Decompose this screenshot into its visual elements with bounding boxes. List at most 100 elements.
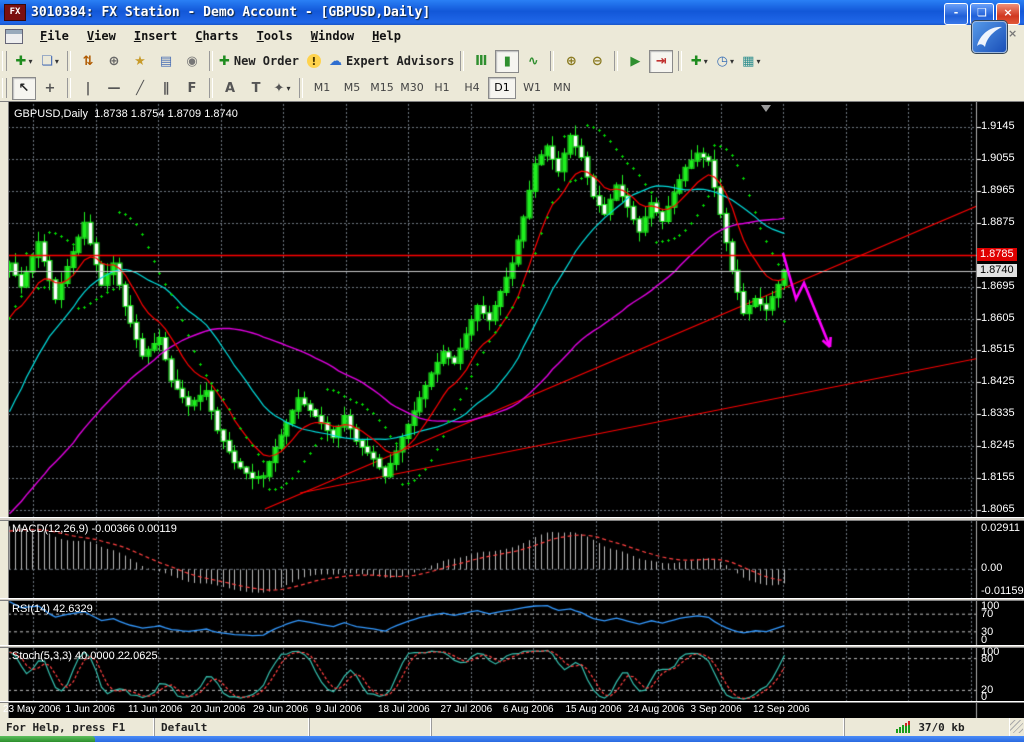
candlestick-chart-button[interactable]: ▮	[495, 50, 519, 73]
new-chart-button[interactable]: ✚▾	[12, 50, 36, 73]
dropdown-arrow-icon[interactable]: ▾	[704, 57, 708, 66]
dropdown-arrow-icon[interactable]: ▾	[756, 57, 760, 66]
vertical-line-icon: |	[86, 81, 91, 96]
start-button-edge[interactable]	[0, 736, 95, 742]
dropdown-arrow-icon[interactable]: ▾	[55, 57, 59, 66]
date-axis-label: 29 Jun 2006	[253, 704, 308, 715]
chart-window-icon[interactable]	[5, 29, 23, 44]
chart-shift-icon: ⇥	[656, 54, 667, 69]
menu-item-view[interactable]: View	[78, 27, 125, 45]
date-axis-label: 24 Aug 2006	[628, 704, 684, 715]
trendline-button[interactable]: ╱	[128, 77, 152, 100]
macd-axis-label: 0.02911	[981, 522, 1020, 534]
profiles-button[interactable]: ❏▾	[38, 50, 62, 73]
toolbar-grip[interactable]	[2, 78, 7, 98]
price-chart-canvas[interactable]	[0, 102, 1024, 718]
data-window-button[interactable]: ▤	[154, 50, 178, 73]
expert-advisors-button[interactable]: ☁Expert Advisors	[328, 50, 455, 73]
price-axis-label: 1.8875	[981, 216, 1015, 228]
menu-item-file[interactable]: File	[31, 27, 78, 45]
crosshair-button[interactable]: +	[38, 77, 62, 100]
menu-item-insert[interactable]: Insert	[125, 27, 186, 45]
arrows-icon: ✦	[274, 81, 285, 96]
text-button[interactable]: A	[218, 77, 242, 100]
timeframe-mn-button[interactable]: MN	[548, 77, 576, 99]
toolbar-drawing-periods: ↖+|—╱∥FAT✦▾M1M5M15M30H1H4D1W1MN	[0, 75, 1024, 102]
timeframe-d1-button[interactable]: D1	[488, 77, 516, 99]
macd-axis-label: 0.00	[981, 562, 1002, 574]
text-icon: A	[225, 81, 235, 96]
navigator-icon: ⊕	[109, 54, 120, 69]
equidistant-channel-icon: ∥	[163, 81, 170, 96]
zoom-in-icon: ⊕	[566, 54, 577, 69]
templates-button[interactable]: ▦▾	[739, 50, 763, 73]
new-order-button[interactable]: ✚New Order	[218, 50, 300, 73]
market-watch-icon: ⇅	[83, 54, 94, 69]
bar-chart-button[interactable]: Ⅲ	[469, 50, 493, 73]
pane-divider[interactable]	[0, 701, 1024, 703]
toolbar-grip[interactable]	[2, 51, 7, 71]
navigator-button[interactable]: ⊕	[102, 50, 126, 73]
status-profile[interactable]: Default	[155, 718, 310, 736]
minimize-button[interactable]: -	[944, 3, 968, 25]
timeframe-m1-button[interactable]: M1	[308, 77, 336, 99]
chart-shift-marker-icon[interactable]	[761, 105, 771, 112]
market-watch-button[interactable]: ⇅	[76, 50, 100, 73]
bid-price-label: 1.8740	[977, 264, 1017, 277]
strategy-tester-button[interactable]: ◉	[180, 50, 204, 73]
menu-item-charts[interactable]: Charts	[186, 27, 247, 45]
dropdown-arrow-icon[interactable]: ▾	[286, 84, 290, 93]
alert-button[interactable]: !	[302, 50, 326, 73]
dropdown-arrow-icon[interactable]: ▾	[28, 57, 32, 66]
menu-item-tools[interactable]: Tools	[248, 27, 302, 45]
zoom-out-button[interactable]: ⊖	[585, 50, 609, 73]
indicators-button[interactable]: ✚▾	[687, 50, 711, 73]
price-axis-label: 1.8065	[981, 503, 1015, 515]
arrows-button[interactable]: ✦▾	[270, 77, 294, 100]
vertical-line-button[interactable]: |	[76, 77, 100, 100]
window-title: 3010384: FX Station - Demo Account - [GB…	[31, 5, 430, 20]
timeframe-m30-button[interactable]: M30	[398, 77, 426, 99]
floating-logo-close-icon[interactable]: ×	[1008, 27, 1017, 40]
floating-fx-logo-icon[interactable]	[972, 21, 1007, 53]
expert-advisors-icon: ☁	[329, 54, 342, 69]
cursor-button[interactable]: ↖	[12, 77, 36, 100]
pane-divider[interactable]	[0, 598, 1024, 601]
menu-item-help[interactable]: Help	[363, 27, 410, 45]
timeframe-h4-button[interactable]: H4	[458, 77, 486, 99]
macd-indicator-label: MACD(12,26,9) -0.00366 0.00119	[12, 523, 177, 535]
pane-divider[interactable]	[0, 645, 1024, 648]
status-help-text: For Help, press F1	[0, 718, 155, 736]
candlestick-chart-icon: ▮	[504, 54, 511, 69]
trendline-icon: ╱	[136, 81, 144, 96]
stoch-axis-label: 0	[981, 691, 987, 703]
pane-divider[interactable]	[0, 517, 1024, 521]
fibonacci-button[interactable]: F	[180, 77, 204, 100]
timeframe-m15-button[interactable]: M15	[368, 77, 396, 99]
auto-scroll-button[interactable]: ▶	[623, 50, 647, 73]
periods-button[interactable]: ◷▾	[713, 50, 737, 73]
equidistant-channel-button[interactable]: ∥	[154, 77, 178, 100]
timeframe-m5-button[interactable]: M5	[338, 77, 366, 99]
line-chart-button[interactable]: ∿	[521, 50, 545, 73]
favorites-button[interactable]: ★	[128, 50, 152, 73]
timeframe-w1-button[interactable]: W1	[518, 77, 546, 99]
price-axis-label: 1.9055	[981, 152, 1015, 164]
chart-shift-button[interactable]: ⇥	[649, 50, 673, 73]
horizontal-line-button[interactable]: —	[102, 77, 126, 100]
date-axis-label: 3 Sep 2006	[691, 704, 742, 715]
chart-window: GBPUSD,Daily 1.8738 1.8754 1.8709 1.8740…	[0, 101, 1024, 718]
new-chart-icon: ✚	[16, 54, 27, 69]
zoom-out-icon: ⊖	[592, 54, 603, 69]
date-axis-label: 12 Sep 2006	[753, 704, 810, 715]
date-axis-label: 6 Aug 2006	[503, 704, 554, 715]
text-label-button[interactable]: T	[244, 77, 268, 100]
zoom-in-button[interactable]: ⊕	[559, 50, 583, 73]
resize-grip[interactable]	[1010, 720, 1023, 733]
rsi-axis-label: 0	[981, 634, 987, 646]
menu-item-window[interactable]: Window	[302, 27, 363, 45]
timeframe-h1-button[interactable]: H1	[428, 77, 456, 99]
cursor-icon: ↖	[19, 81, 30, 96]
crosshair-icon: +	[45, 81, 56, 96]
dropdown-arrow-icon[interactable]: ▾	[730, 57, 734, 66]
